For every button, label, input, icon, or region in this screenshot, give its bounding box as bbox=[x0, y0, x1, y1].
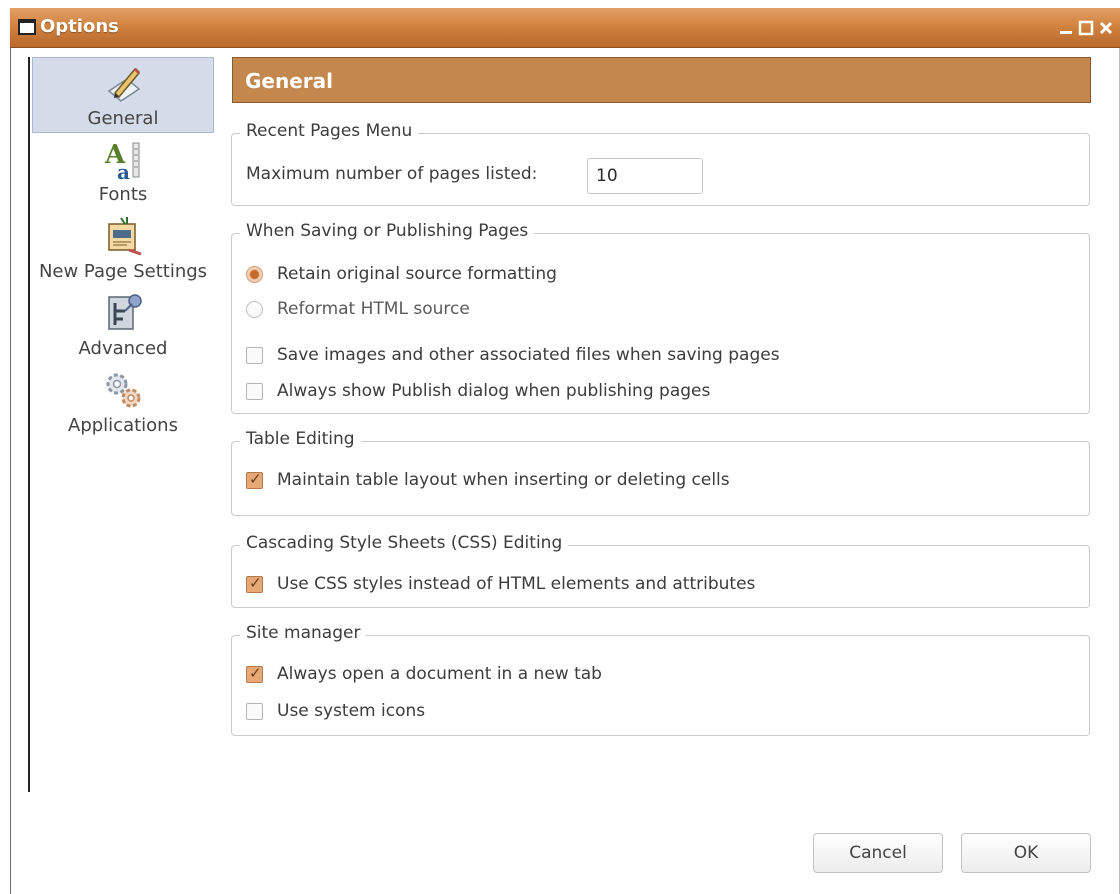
checkbox-label: Use system icons bbox=[277, 701, 426, 721]
window-title: Options bbox=[40, 16, 119, 37]
checkbox-label: Use CSS styles instead of HTML elements … bbox=[277, 574, 756, 594]
sidebar-item-label: General bbox=[87, 108, 159, 129]
checkbox-label: Always open a document in a new tab bbox=[277, 664, 602, 684]
section-header: General bbox=[232, 57, 1091, 103]
css-editing-group: Cascading Style Sheets (CSS) Editing Use… bbox=[231, 533, 1090, 608]
pencil-paper-icon bbox=[107, 67, 141, 102]
new-page-settings-icon bbox=[108, 217, 142, 256]
site-manager-group: Site manager Always open a document in a… bbox=[231, 623, 1090, 736]
group-legend: When Saving or Publishing Pages bbox=[240, 221, 535, 241]
max-pages-label-text: Maximum number of pages listed: bbox=[246, 164, 538, 184]
close-icon[interactable] bbox=[1098, 20, 1114, 36]
group-legend: Cascading Style Sheets (CSS) Editing bbox=[240, 533, 569, 553]
cancel-button[interactable]: Cancel bbox=[813, 833, 943, 873]
checkbox-label: Save images and other associated files w… bbox=[277, 345, 780, 365]
gears-icon bbox=[106, 373, 141, 408]
checkbox-label: Maintain table layout when inserting or … bbox=[277, 470, 730, 490]
sidebar-item-label: Applications bbox=[68, 415, 178, 436]
minimize-icon[interactable] bbox=[1058, 20, 1074, 36]
maximize-icon[interactable] bbox=[1078, 20, 1094, 36]
sidebar-item-label: New Page Settings bbox=[38, 261, 208, 282]
saving-publishing-group: When Saving or Publishing Pages Retain o… bbox=[231, 221, 1090, 414]
svg-text:a: a bbox=[117, 160, 130, 181]
window-icon bbox=[18, 19, 36, 35]
checkbox-indicator[interactable] bbox=[246, 470, 263, 489]
category-sidebar: General A a Fonts New Page Settings Adva… bbox=[28, 57, 214, 792]
sidebar-item-label: Fonts bbox=[98, 184, 148, 205]
window-frame-left bbox=[10, 48, 11, 894]
radio-indicator[interactable] bbox=[246, 266, 263, 283]
checkbox-indicator[interactable] bbox=[246, 383, 263, 400]
sidebar-item-label: Advanced bbox=[78, 338, 168, 359]
group-legend: Table Editing bbox=[240, 429, 361, 449]
radio-label: Reformat HTML source bbox=[277, 299, 470, 319]
checkbox-indicator[interactable] bbox=[246, 664, 263, 683]
recent-pages-group: Recent Pages Menu Maximum number of page… bbox=[231, 121, 1090, 206]
table-editing-group: Table Editing Maintain table layout when… bbox=[231, 429, 1090, 516]
max-pages-input[interactable]: 10 bbox=[587, 158, 703, 194]
sidebar-item-advanced[interactable]: Advanced bbox=[32, 288, 214, 364]
sidebar-item-general[interactable]: General bbox=[32, 57, 214, 133]
advanced-icon bbox=[108, 294, 142, 330]
sidebar-item-fonts[interactable]: A a Fonts bbox=[32, 134, 214, 210]
ok-button[interactable]: OK bbox=[961, 833, 1091, 873]
radio-label: Retain original source formatting bbox=[277, 264, 557, 284]
group-legend: Site manager bbox=[240, 623, 367, 643]
checkbox-indicator[interactable] bbox=[246, 574, 263, 593]
fonts-icon: A a bbox=[104, 140, 140, 181]
sidebar-item-applications[interactable]: Applications bbox=[32, 365, 214, 441]
window-titlebar[interactable]: Options bbox=[10, 8, 1120, 48]
radio-indicator[interactable] bbox=[246, 301, 263, 318]
checkbox-indicator[interactable] bbox=[246, 347, 263, 364]
group-legend: Recent Pages Menu bbox=[240, 121, 419, 141]
checkbox-label: Always show Publish dialog when publishi… bbox=[277, 381, 711, 401]
checkbox-indicator[interactable] bbox=[246, 703, 263, 720]
section-title: General bbox=[245, 69, 333, 93]
sidebar-item-new-page-settings[interactable]: New Page Settings bbox=[32, 211, 214, 287]
